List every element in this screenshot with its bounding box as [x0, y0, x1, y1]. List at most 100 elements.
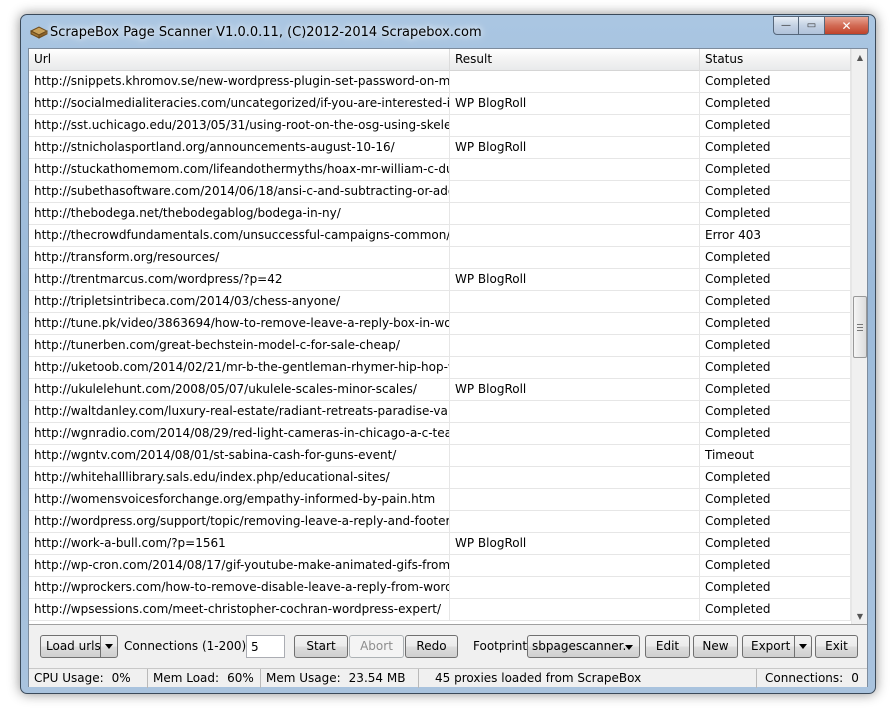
- column-header-status[interactable]: Status: [700, 49, 851, 71]
- url-cell: http://wpsessions.com/meet-christopher-c…: [29, 599, 450, 620]
- mem-load-value: 60%: [227, 671, 254, 685]
- load-urls-split-button[interactable]: Load urls: [40, 635, 118, 658]
- url-cell: http://work-a-bull.com/?p=1561: [29, 533, 450, 554]
- table-row[interactable]: http://stuckathomemom.com/lifeandothermy…: [29, 159, 851, 181]
- redo-button[interactable]: Redo: [405, 635, 458, 658]
- result-cell: [450, 335, 700, 356]
- minimize-button[interactable]: —: [773, 16, 799, 35]
- url-cell: http://socialmedialiteracies.com/uncateg…: [29, 93, 450, 114]
- cpu-usage-label: CPU Usage:: [34, 671, 104, 685]
- status-cell: Completed: [700, 115, 851, 136]
- status-cell: Completed: [700, 181, 851, 202]
- status-cell: Completed: [700, 467, 851, 488]
- table-row[interactable]: http://tunerben.com/great-bechstein-mode…: [29, 335, 851, 357]
- status-cell: Completed: [700, 313, 851, 334]
- load-urls-dropdown-icon[interactable]: [100, 636, 117, 657]
- footprint-label: Footprint:: [473, 639, 532, 653]
- status-cell: Completed: [700, 335, 851, 356]
- grip-icon: [857, 323, 863, 331]
- new-button[interactable]: New: [693, 635, 738, 658]
- column-header-url[interactable]: Url: [29, 49, 450, 71]
- scroll-down-arrow-icon[interactable]: ▼: [852, 608, 867, 624]
- table-row[interactable]: http://subethasoftware.com/2014/06/18/an…: [29, 181, 851, 203]
- url-cell: http://transform.org/resources/: [29, 247, 450, 268]
- connections-status-label: Connections:: [765, 671, 844, 685]
- result-cell: [450, 247, 700, 268]
- close-button[interactable]: ✕: [825, 16, 869, 35]
- table-row[interactable]: http://transform.org/resources/Completed: [29, 247, 851, 269]
- status-cell: Completed: [700, 489, 851, 510]
- url-cell: http://snippets.khromov.se/new-wordpress…: [29, 71, 450, 92]
- table-row[interactable]: http://wprockers.com/how-to-remove-disab…: [29, 577, 851, 599]
- result-cell: [450, 225, 700, 246]
- scroll-thumb[interactable]: [853, 296, 867, 358]
- table-row[interactable]: http://wp-cron.com/2014/08/17/gif-youtub…: [29, 555, 851, 577]
- status-cell: Completed: [700, 357, 851, 378]
- column-header-result[interactable]: Result: [450, 49, 700, 71]
- result-cell: [450, 203, 700, 224]
- table-row[interactable]: http://ukulelehunt.com/2008/05/07/ukulel…: [29, 379, 851, 401]
- table-row[interactable]: http://whitehalllibrary.sals.edu/index.p…: [29, 467, 851, 489]
- table-row[interactable]: http://thecrowdfundamentals.com/unsucces…: [29, 225, 851, 247]
- url-cell: http://subethasoftware.com/2014/06/18/an…: [29, 181, 450, 202]
- url-cell: http://womensvoicesforchange.org/empathy…: [29, 489, 450, 510]
- table-row[interactable]: http://socialmedialiteracies.com/uncateg…: [29, 93, 851, 115]
- result-cell: WP BlogRoll: [450, 533, 700, 554]
- status-cell: Completed: [700, 269, 851, 290]
- edit-button[interactable]: Edit: [645, 635, 690, 658]
- status-cell: Completed: [700, 599, 851, 620]
- url-cell: http://ukulelehunt.com/2008/05/07/ukulel…: [29, 379, 450, 400]
- results-grid[interactable]: Url Result Status http://snippets.khromo…: [29, 49, 867, 625]
- footprint-selected-value: sbpagescanner.: [532, 639, 627, 653]
- url-cell: http://sst.uchicago.edu/2013/05/31/using…: [29, 115, 450, 136]
- vertical-scrollbar[interactable]: ▲ ▼: [851, 49, 867, 624]
- mem-load-panel: Mem Load: 60%: [148, 669, 261, 688]
- table-row[interactable]: http://stnicholasportland.org/announceme…: [29, 137, 851, 159]
- status-cell: Completed: [700, 203, 851, 224]
- status-cell: Completed: [700, 71, 851, 92]
- table-row[interactable]: http://wgntv.com/2014/08/01/st-sabina-ca…: [29, 445, 851, 467]
- table-row[interactable]: http://sst.uchicago.edu/2013/05/31/using…: [29, 115, 851, 137]
- status-cell: Error 403: [700, 225, 851, 246]
- connections-input[interactable]: [246, 635, 285, 658]
- table-row[interactable]: http://wordpress.org/support/topic/remov…: [29, 511, 851, 533]
- table-row[interactable]: http://uketoob.com/2014/02/21/mr-b-the-g…: [29, 357, 851, 379]
- table-row[interactable]: http://womensvoicesforchange.org/empathy…: [29, 489, 851, 511]
- minimize-icon: —: [781, 20, 791, 31]
- table-row[interactable]: http://trentmarcus.com/wordpress/?p=42 WP…: [29, 269, 851, 291]
- table-row[interactable]: http://wgnradio.com/2014/08/29/red-light…: [29, 423, 851, 445]
- url-cell: http://wgntv.com/2014/08/01/st-sabina-ca…: [29, 445, 450, 466]
- maximize-button[interactable]: ▭: [799, 16, 825, 35]
- export-dropdown-icon[interactable]: [794, 636, 811, 657]
- app-window: ScrapeBox Page Scanner V1.0.0.11, (C)201…: [20, 14, 876, 694]
- grid-rows: http://snippets.khromov.se/new-wordpress…: [29, 71, 851, 621]
- status-cell: Completed: [700, 555, 851, 576]
- abort-button[interactable]: Abort: [349, 635, 404, 658]
- result-cell: [450, 599, 700, 620]
- url-cell: http://stuckathomemom.com/lifeandothermy…: [29, 159, 450, 180]
- footprint-select[interactable]: sbpagescanner.: [527, 635, 640, 658]
- connections-label: Connections (1-200):: [124, 639, 251, 653]
- scroll-up-arrow-icon[interactable]: ▲: [852, 49, 867, 66]
- title-bar[interactable]: ScrapeBox Page Scanner V1.0.0.11, (C)201…: [21, 15, 875, 49]
- status-cell: Completed: [700, 379, 851, 400]
- exit-button[interactable]: Exit: [815, 635, 858, 658]
- table-row[interactable]: http://tripletsintribeca.com/2014/03/che…: [29, 291, 851, 313]
- table-row[interactable]: http://tune.pk/video/3863694/how-to-remo…: [29, 313, 851, 335]
- start-button[interactable]: Start: [294, 635, 348, 658]
- table-row[interactable]: http://work-a-bull.com/?p=1561 WP BlogRol…: [29, 533, 851, 555]
- close-icon: ✕: [841, 18, 852, 33]
- cpu-usage-value: 0%: [111, 671, 131, 685]
- status-cell: Completed: [700, 423, 851, 444]
- url-cell: http://tripletsintribeca.com/2014/03/che…: [29, 291, 450, 312]
- export-split-button[interactable]: Export: [742, 635, 812, 658]
- table-row[interactable]: http://waltdanley.com/luxury-real-estate…: [29, 401, 851, 423]
- result-cell: [450, 313, 700, 334]
- table-row[interactable]: http://wpsessions.com/meet-christopher-c…: [29, 599, 851, 621]
- grid-header: Url Result Status: [29, 49, 851, 71]
- table-row[interactable]: http://thebodega.net/thebodegablog/bodeg…: [29, 203, 851, 225]
- status-cell: Timeout: [700, 445, 851, 466]
- result-cell: [450, 467, 700, 488]
- result-cell: [450, 159, 700, 180]
- table-row[interactable]: http://snippets.khromov.se/new-wordpress…: [29, 71, 851, 93]
